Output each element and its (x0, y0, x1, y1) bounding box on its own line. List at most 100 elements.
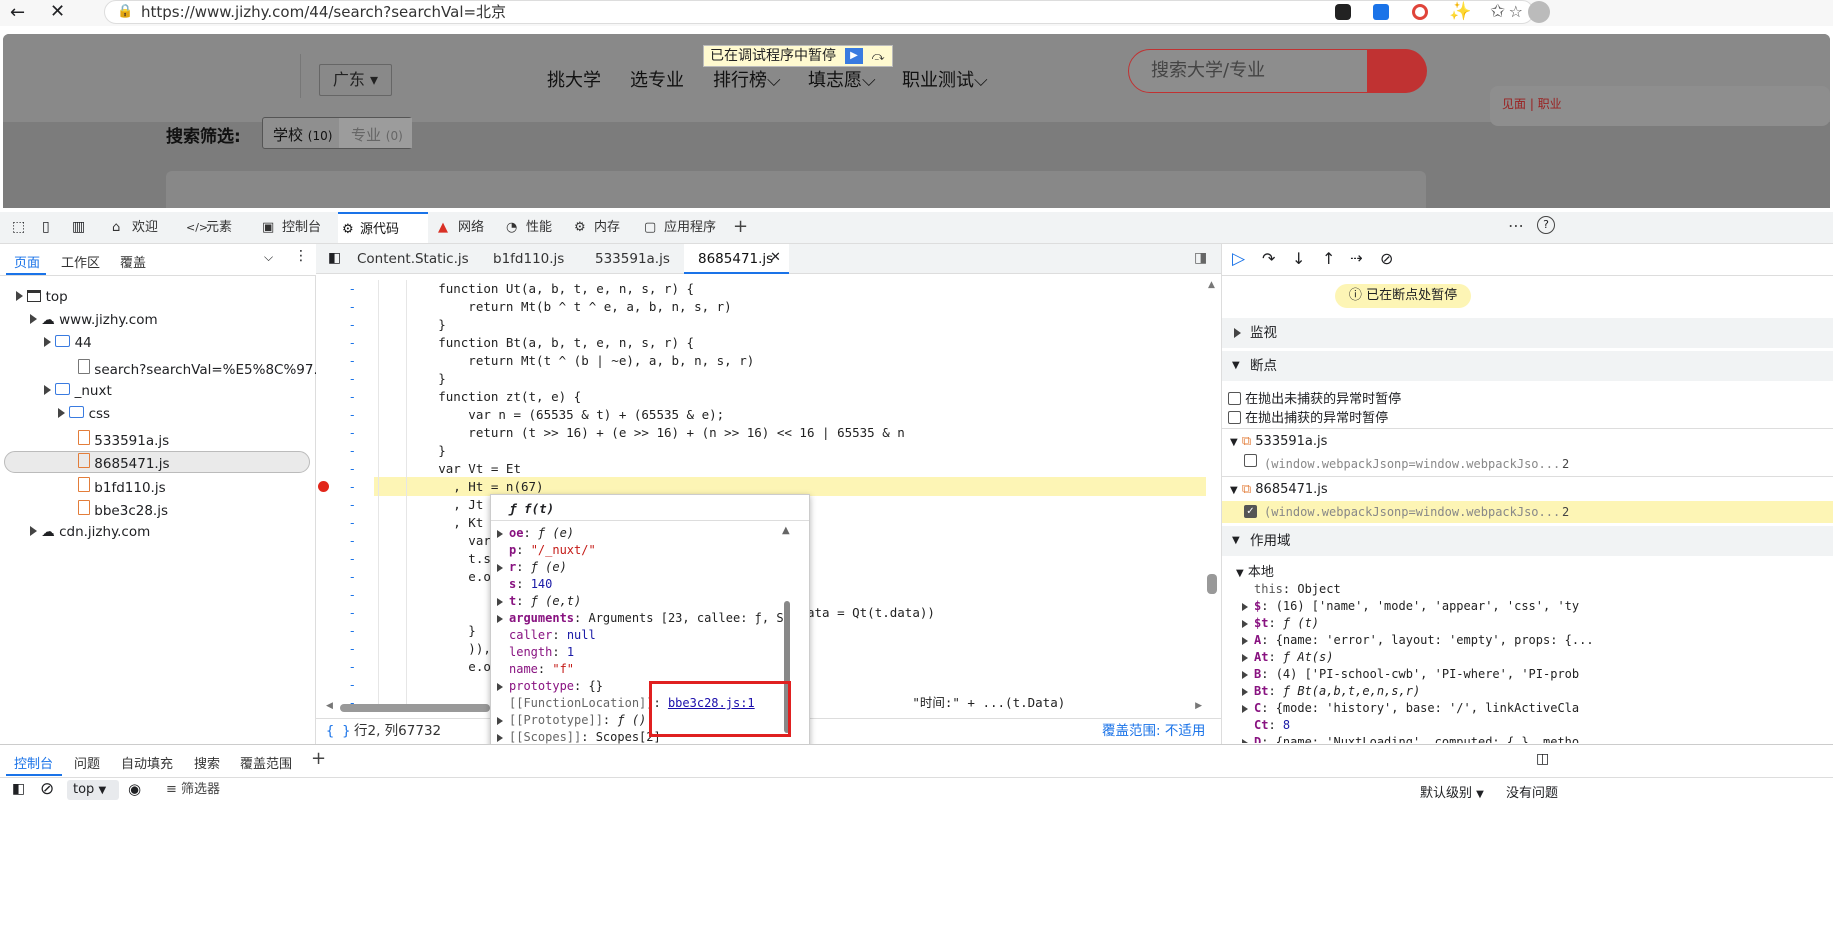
line-gutter[interactable]: - (316, 316, 356, 334)
line-gutter[interactable]: - (316, 532, 356, 550)
nav-career-test[interactable]: 职业测试⌵ (902, 66, 988, 92)
line-gutter[interactable]: - (316, 496, 356, 514)
watch-section[interactable]: 监视 (1222, 318, 1833, 348)
tree-file-8685471[interactable]: 8685471.js (78, 453, 170, 472)
breakpoints-section[interactable]: ▼ 断点 (1222, 351, 1833, 381)
expand-triangle-icon[interactable] (497, 615, 503, 623)
nav-tab-workspace[interactable]: 工作区 (61, 252, 100, 271)
line-gutter[interactable]: - (316, 298, 356, 316)
extension-icon[interactable] (1335, 4, 1351, 20)
filter-school-tab[interactable]: 学校 (10) (273, 124, 332, 145)
code-line[interactable]: - var n = (65535 & t) + (65535 & e); (316, 406, 1206, 424)
dock-drawer-icon[interactable]: ◫ (1536, 751, 1549, 767)
tree-folder-nuxt[interactable]: _nuxt (44, 383, 112, 399)
code-line[interactable]: - } (316, 370, 1206, 388)
nav-school[interactable]: 挑大学 (547, 66, 601, 92)
line-gutter[interactable]: - (316, 550, 356, 568)
tree-file-533591a[interactable]: 533591a.js (78, 430, 169, 449)
line-gutter[interactable]: - (316, 406, 356, 424)
expand-triangle-icon[interactable] (1242, 620, 1248, 628)
more-options-icon[interactable]: ⋯ (1508, 216, 1524, 235)
line-gutter[interactable]: - (316, 280, 356, 298)
line-gutter[interactable]: - (316, 370, 356, 388)
line-gutter[interactable]: - (316, 622, 356, 640)
favorite-star-icon[interactable]: ☆ (1509, 1, 1523, 23)
extensions-puzzle-icon[interactable]: ✨ (1449, 1, 1471, 22)
step-icon[interactable]: ⇢ (1350, 249, 1363, 267)
scope-local[interactable]: ▼ 本地 (1236, 561, 1274, 580)
tree-file-b1fd110[interactable]: b1fd110.js (78, 477, 166, 496)
bp-entry-8685471[interactable]: ✓ (window.webpackJsonp=window.webpackJso… (1222, 501, 1833, 523)
drawer-tab-coverage[interactable]: 覆盖范围 (240, 753, 292, 772)
line-gutter[interactable]: - (316, 514, 356, 532)
nav-tab-page[interactable]: 页面 (14, 252, 40, 271)
expand-triangle-icon[interactable] (497, 564, 503, 572)
step-over-icon[interactable]: ⤼ (868, 48, 888, 64)
expand-triangle-icon[interactable] (497, 717, 503, 725)
back-icon[interactable]: ← (10, 2, 25, 23)
step-over-icon[interactable]: ↷ (1262, 249, 1275, 268)
line-gutter[interactable]: - (316, 658, 356, 676)
nav-ranking[interactable]: 排行榜⌵ (713, 66, 781, 92)
context-select[interactable]: top ▼ (67, 780, 119, 800)
file-tab-content-static[interactable]: Content.Static.js (357, 244, 469, 274)
line-gutter[interactable]: - (316, 604, 356, 622)
scope-variable[interactable]: $: (16) ['name', 'mode', 'appear', 'css'… (1242, 598, 1579, 615)
line-gutter[interactable]: - (316, 586, 356, 604)
tab-welcome[interactable]: ⌂ 欢迎 (110, 212, 184, 243)
console-filter-input[interactable]: ≡ 筛选器 (156, 779, 1406, 801)
expand-triangle-icon[interactable] (497, 734, 503, 742)
expand-triangle-icon[interactable] (1242, 654, 1248, 662)
chevron-down-icon[interactable]: ⌵ (264, 250, 273, 265)
tree-top[interactable]: top (16, 289, 68, 305)
code-line[interactable]: - } (316, 316, 1206, 334)
popover-property[interactable]: oe: ƒ (e) (497, 525, 574, 542)
expand-triangle-icon[interactable] (497, 683, 503, 691)
popover-property[interactable]: prototype: {} (497, 678, 603, 695)
pause-uncaught-option[interactable]: 在抛出未捕获的异常时暂停 (1228, 388, 1401, 407)
pretty-print-button[interactable]: { } (326, 719, 350, 743)
tab-elements[interactable]: </> 元素 (184, 212, 260, 243)
log-level-select[interactable]: 默认级别 ▼ (1420, 782, 1484, 801)
code-line[interactable]: - var Vt = Et (316, 460, 1206, 478)
scope-variable[interactable]: A: {name: 'error', layout: 'empty', prop… (1242, 632, 1594, 649)
more-vertical-icon[interactable]: ⋮ (294, 248, 308, 264)
popover-property[interactable]: p: "/_nuxt/" (509, 542, 596, 559)
code-line[interactable]: - } (316, 442, 1206, 460)
scope-variable[interactable]: Bt: ƒ Bt(a,b,t,e,n,s,r) (1242, 683, 1420, 700)
clear-console-icon[interactable]: ⊘ (40, 779, 54, 799)
tab-sources[interactable]: ⚙ 源代码 (338, 212, 428, 243)
add-tab-icon[interactable]: + (733, 216, 748, 237)
tree-cdn[interactable]: ☁ cdn.jizhy.com (30, 524, 150, 540)
step-into-icon[interactable]: ↓ (1292, 249, 1305, 268)
line-gutter[interactable]: - (316, 388, 356, 406)
scope-variable[interactable]: Ct: 8 (1254, 717, 1290, 734)
scope-variable[interactable]: this: Object (1254, 581, 1341, 598)
pause-caught-option[interactable]: 在抛出捕获的异常时暂停 (1228, 407, 1388, 426)
help-icon[interactable]: ? (1537, 216, 1555, 234)
popover-property[interactable]: length: 1 (509, 644, 574, 661)
resume-icon[interactable]: ▶ (845, 48, 863, 64)
expand-triangle-icon[interactable] (1242, 671, 1248, 679)
expand-triangle-icon[interactable] (497, 598, 503, 606)
deactivate-breakpoints-icon[interactable]: ⊘ (1380, 249, 1393, 268)
bp-file-8685471[interactable]: ▼ ⧉ 8685471.js (1230, 482, 1328, 497)
issues-count[interactable]: 没有问题 (1506, 782, 1558, 801)
code-line[interactable]: - return Mt(b ^ t ^ e, a, b, n, s, r) (316, 298, 1206, 316)
filter-major-tab[interactable]: 专业 (0) (351, 124, 403, 145)
expand-triangle-icon[interactable] (1242, 688, 1248, 696)
bp-file-533591a[interactable]: ▼ ⧉ 533591a.js (1230, 434, 1327, 449)
code-line[interactable]: - function Bt(a, b, t, e, n, s, r) { (316, 334, 1206, 352)
province-select[interactable]: 广东 ▾ (319, 64, 392, 96)
scope-scrollbar[interactable] (1207, 574, 1217, 594)
line-gutter[interactable]: - (316, 442, 356, 460)
tab-performance[interactable]: ◔ 性能 (504, 212, 568, 243)
scope-variable[interactable]: At: ƒ At(s) (1242, 649, 1333, 666)
line-gutter[interactable]: - (316, 640, 356, 658)
step-out-icon[interactable]: ↑ (1322, 249, 1335, 268)
file-tab-8685471[interactable]: 8685471.js (698, 244, 773, 274)
eye-icon[interactable]: ◉ (128, 780, 141, 798)
tab-console[interactable]: ▣ 控制台 (260, 212, 340, 243)
bp-entry-533591a[interactable]: (window.webpackJsonp=window.webpackJso..… (1244, 454, 1833, 474)
close-tab-icon[interactable]: ✕ (770, 250, 781, 265)
